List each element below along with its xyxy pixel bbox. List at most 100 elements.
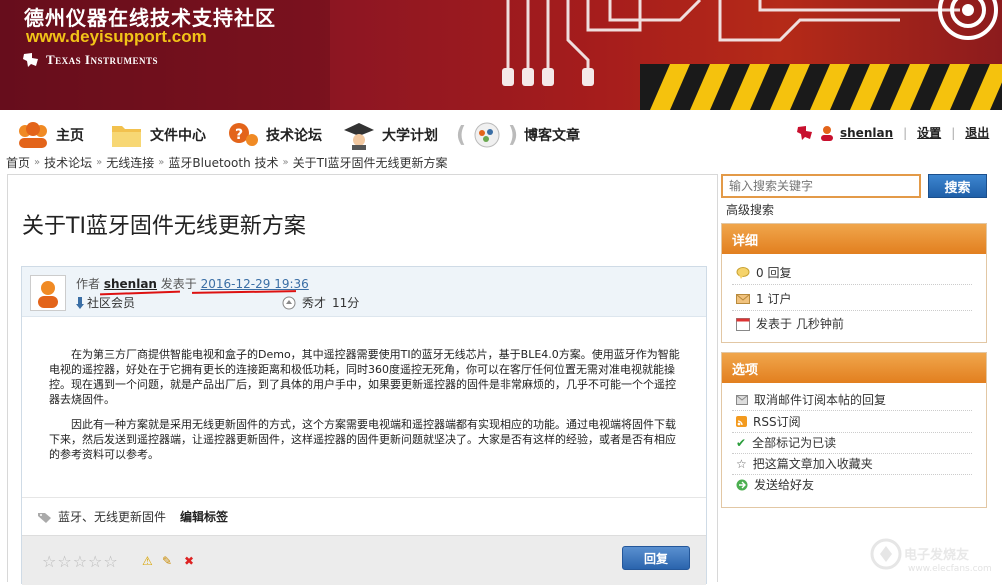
post-paragraph: 在为第三方厂商提供智能电视和盒子的Demo，其中遥控器需要使用TI的蓝牙无线芯片… [49, 348, 680, 406]
graduation-icon [342, 119, 376, 151]
author-link[interactable]: shenlan [104, 277, 157, 291]
details-panel: 详细 0 回复 1 订户 发表于 几秒钟前 [721, 223, 987, 343]
post-paragraph: 因此有一种方案就是采用无线更新固件的方式，这个方案需要电视端和遥控器端都有实现相… [49, 418, 676, 461]
star-icon[interactable]: ☆ [103, 552, 117, 571]
member-role: 社区会员 [76, 294, 135, 311]
checkmark-icon: ✔ [736, 435, 747, 450]
divider: | [903, 125, 908, 140]
post-body: 在为第三方厂商提供智能电视和盒子的Demo，其中遥控器需要使用TI的蓝牙无线芯片… [22, 317, 706, 497]
post-header: 作者 shenlan 发表于 2016-12-29 19:36 社区会员 秀才 … [22, 267, 706, 317]
option-unsubscribe[interactable]: 取消邮件订阅本帖的回复 [736, 391, 886, 408]
option-rss[interactable]: RSS订阅 [736, 413, 801, 430]
divider [732, 453, 972, 454]
option-favorite[interactable]: ☆ 把这篇文章加入收藏夹 [736, 455, 873, 472]
delete-icon[interactable]: ✖ [184, 554, 194, 568]
send-friend-icon [736, 479, 748, 490]
report-warning-icon[interactable]: ⚠ [142, 554, 153, 568]
divider [732, 310, 972, 311]
annotation-underline [191, 290, 297, 294]
points-text: 11分 [332, 296, 360, 310]
rating-stars[interactable]: ☆ ☆ ☆ ☆ ☆ [42, 552, 118, 571]
nav-files[interactable]: 文件中心 [110, 118, 206, 152]
watermark-url: www.elecfans.com [908, 564, 992, 574]
watermark: 电子发烧友 www.elecfans.com [868, 530, 998, 580]
posted-prefix: 发表于 [160, 277, 197, 291]
banner-url[interactable]: www.deyisupport.com [26, 27, 207, 47]
main-nav: 主页 文件中心 ? 技术论坛 大学计划 () 博客文章 shenlan | 设置… [0, 114, 1002, 154]
blog-icon: () [456, 119, 518, 151]
nav-home-label: 主页 [56, 128, 84, 144]
post-card: 作者 shenlan 发表于 2016-12-29 19:36 社区会员 秀才 … [21, 266, 707, 585]
tag-list[interactable]: 蓝牙、无线更新固件 [58, 508, 166, 525]
avatar[interactable] [30, 275, 66, 311]
breadcrumb-wireless[interactable]: 无线连接 [106, 154, 154, 171]
nav-files-label: 文件中心 [150, 128, 206, 144]
breadcrumb-forum[interactable]: 技术论坛 [44, 154, 92, 171]
breadcrumb-current[interactable]: 关于TI蓝牙固件无线更新方案 [293, 154, 448, 171]
breadcrumb-separator: » [96, 157, 103, 168]
search-button[interactable]: 搜索 [928, 174, 987, 198]
ti-logo-icon [797, 125, 812, 140]
breadcrumb-separator: » [158, 157, 165, 168]
star-outline-icon: ☆ [736, 456, 747, 471]
option-mark-read[interactable]: ✔ 全部标记为已读 [736, 434, 836, 451]
user-avatar-icon [38, 281, 58, 308]
people-group-icon [16, 119, 50, 151]
star-icon[interactable]: ☆ [73, 552, 87, 571]
rank-text: 秀才 [302, 296, 327, 310]
option-label: 把这篇文章加入收藏夹 [752, 457, 873, 471]
posted-time: 发表于 几秒钟前 [756, 317, 844, 331]
breadcrumb-separator: » [282, 157, 289, 168]
replies-row: 0 回复 [736, 264, 791, 281]
breadcrumb: 首页 » 技术论坛 » 无线连接 » 蓝牙Bluetooth 技术 » 关于TI… [6, 154, 448, 171]
mail-icon [736, 293, 750, 304]
folder-icon [110, 119, 144, 151]
breadcrumb-separator: » [34, 157, 41, 168]
star-icon[interactable]: ☆ [88, 552, 102, 571]
username-link[interactable]: shenlan [840, 126, 893, 140]
site-banner: 德州仪器在线技术支持社区 www.deyisupport.com Texas I… [0, 0, 1002, 110]
svg-text:?: ? [235, 127, 243, 143]
subscribers-row: 1 订户 [736, 290, 791, 307]
page-title: 关于TI蓝牙固件无线更新方案 [22, 214, 306, 239]
nav-home[interactable]: 主页 [16, 118, 84, 152]
rank-badge-icon [282, 296, 296, 309]
divider [732, 284, 972, 285]
search-input[interactable] [721, 174, 921, 198]
post-date-link[interactable]: 2016-12-29 19:36 [201, 277, 309, 291]
logout-link[interactable]: 退出 [965, 124, 989, 141]
calendar-icon [736, 317, 750, 331]
details-panel-title: 详细 [722, 224, 986, 254]
divider: | [951, 125, 956, 140]
edit-pencil-icon[interactable]: ✎ [162, 554, 172, 568]
advanced-search-link[interactable]: 高级搜索 [726, 201, 774, 218]
nav-blog[interactable]: () 博客文章 [456, 118, 580, 152]
member-role-text: 社区会员 [87, 296, 136, 310]
options-panel-title: 选项 [722, 353, 986, 383]
nav-forum-label: 技术论坛 [266, 128, 322, 144]
post-meta: 作者 shenlan 发表于 2016-12-29 19:36 [76, 275, 309, 292]
star-icon[interactable]: ☆ [57, 552, 71, 571]
star-icon[interactable]: ☆ [42, 552, 56, 571]
settings-link[interactable]: 设置 [917, 124, 941, 141]
nav-forum[interactable]: ? 技术论坛 [226, 118, 322, 152]
tag-bar: 蓝牙、无线更新固件 编辑标签 [22, 497, 706, 535]
divider [732, 474, 972, 475]
option-send-friend[interactable]: 发送给好友 [736, 476, 814, 493]
watermark-text: 电子发烧友 [904, 548, 970, 563]
breadcrumb-bluetooth[interactable]: 蓝牙Bluetooth 技术 [168, 154, 278, 171]
options-panel: 选项 取消邮件订阅本帖的回复 RSS订阅 ✔ 全部标记为已读 ☆ 把这篇文章加入… [721, 352, 987, 508]
svg-text:(: ( [456, 123, 466, 148]
rss-icon [736, 416, 747, 427]
reply-button[interactable]: 回复 [622, 546, 690, 570]
post-actions: ☆ ☆ ☆ ☆ ☆ ⚠ ✎ ✖ 回复 [22, 535, 706, 585]
edit-tags-link[interactable]: 编辑标签 [180, 508, 228, 525]
watermark-logo-icon [870, 538, 902, 570]
member-rank: 秀才 11分 [282, 294, 359, 311]
main-content: 关于TI蓝牙固件无线更新方案 作者 shenlan 发表于 2016-12-29… [7, 174, 718, 585]
nav-university[interactable]: 大学计划 [342, 118, 438, 152]
user-avatar-icon [821, 125, 833, 141]
breadcrumb-home[interactable]: 首页 [6, 154, 30, 171]
nav-blog-label: 博客文章 [524, 128, 580, 144]
replies-count: 0 回复 [756, 266, 792, 280]
